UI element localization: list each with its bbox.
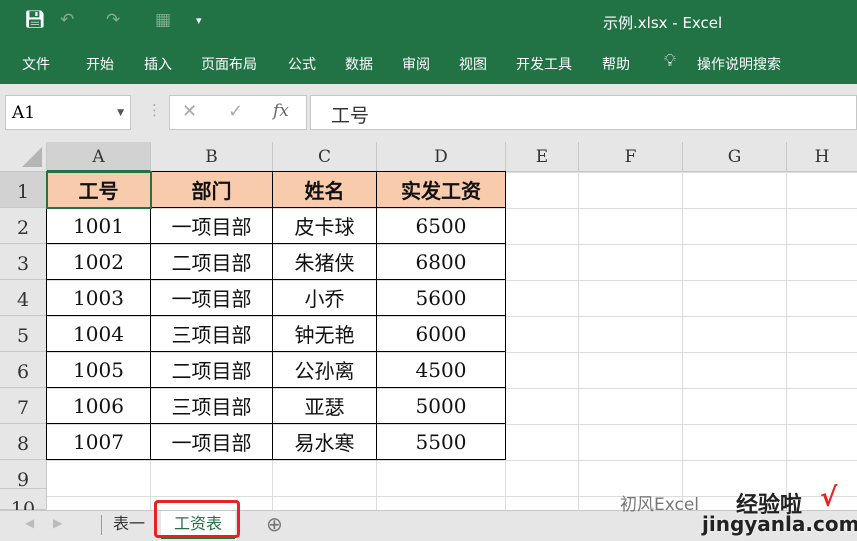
lightbulb-icon: 💡︎ — [664, 51, 676, 71]
name-box-value: A1 — [12, 103, 36, 123]
row-header-8[interactable]: 8 — [0, 424, 47, 460]
name-box[interactable]: A1 ▼ — [5, 95, 131, 130]
enter-icon[interactable]: ✓ — [228, 101, 243, 122]
table-cell[interactable]: 一项目部 — [151, 280, 273, 316]
scroll-right-icon[interactable]: ▶ — [53, 516, 62, 530]
table-cell[interactable]: 小乔 — [273, 280, 377, 316]
table-cell[interactable]: 二项目部 — [151, 352, 273, 388]
tab-formulas[interactable]: 公式 — [288, 54, 316, 74]
formula-input[interactable]: 工号 — [310, 95, 857, 130]
gridline — [578, 172, 579, 510]
tab-developer[interactable]: 开发工具 — [516, 54, 572, 74]
check-mark-icon: √ — [820, 483, 838, 513]
header-cell[interactable]: 姓名 — [273, 171, 377, 208]
table-cell[interactable]: 1002 — [46, 244, 151, 280]
redo-icon[interactable]: ↷ — [106, 10, 120, 30]
table-cell[interactable]: 1007 — [46, 424, 151, 460]
add-sheet-icon[interactable]: ⊕ — [266, 512, 283, 536]
tab-page-layout[interactable]: 页面布局 — [201, 54, 257, 74]
tab-view[interactable]: 视图 — [459, 54, 487, 74]
tab-file[interactable]: 文件 — [22, 54, 50, 74]
watermark-text: 初风Excel — [620, 495, 700, 515]
table-cell[interactable]: 三项目部 — [151, 316, 273, 352]
table-cell[interactable]: 1005 — [46, 352, 151, 388]
table-cell[interactable]: 二项目部 — [151, 244, 273, 280]
tell-me-search[interactable]: 操作说明搜索 — [697, 54, 781, 74]
sheet-tab-1[interactable]: 表一 — [104, 511, 154, 539]
ribbon-tabs: 文件 开始 插入 页面布局 公式 数据 审阅 视图 开发工具 帮助 💡︎ 操作说… — [0, 42, 857, 84]
window-title: 示例.xlsx - Excel — [603, 14, 723, 32]
table-cell[interactable]: 1003 — [46, 280, 151, 316]
tab-data[interactable]: 数据 — [345, 54, 373, 74]
table-cell[interactable]: 6800 — [377, 244, 506, 280]
table-cell[interactable]: 5000 — [377, 388, 506, 424]
gridline — [682, 172, 683, 510]
tab-review[interactable]: 审阅 — [402, 54, 430, 74]
row-header-4[interactable]: 4 — [0, 280, 47, 316]
cancel-icon[interactable]: ✕ — [182, 101, 197, 122]
customize-icon[interactable]: ▾ — [196, 14, 202, 27]
table-cell[interactable]: 1006 — [46, 388, 151, 424]
row-header-7[interactable]: 7 — [0, 388, 47, 424]
table-cell[interactable]: 4500 — [377, 352, 506, 388]
column-header-F[interactable]: F — [579, 142, 683, 172]
save-icon[interactable]: 💾︎ — [24, 10, 46, 30]
watermark-url: jingyanla.com — [702, 512, 857, 536]
table-cell[interactable]: 1004 — [46, 316, 151, 352]
row-header-1[interactable]: 1 — [0, 172, 47, 208]
formula-buttons: ✕ ✓ fx — [169, 95, 307, 130]
undo-icon[interactable]: ↶ — [60, 10, 74, 30]
table-cell[interactable]: 5500 — [377, 424, 506, 460]
table-cell[interactable]: 三项目部 — [151, 388, 273, 424]
drag-handle-icon[interactable]: ⋮ — [147, 101, 162, 119]
column-header-A[interactable]: A — [47, 142, 151, 172]
table-cell[interactable]: 6000 — [377, 316, 506, 352]
table-cell[interactable]: 1001 — [46, 208, 151, 244]
row-header-9[interactable]: 9 — [0, 460, 47, 491]
row-header-3[interactable]: 3 — [0, 244, 47, 280]
table-icon[interactable]: ▦ — [155, 10, 171, 30]
header-cell[interactable]: 部门 — [151, 171, 273, 208]
tab-insert[interactable]: 插入 — [144, 54, 172, 74]
table-cell[interactable]: 易水寒 — [273, 424, 377, 460]
column-header-G[interactable]: G — [683, 142, 787, 172]
column-header-D[interactable]: D — [377, 142, 506, 172]
scroll-left-icon[interactable]: ◀ — [25, 516, 34, 530]
row-header-10[interactable]: 10 — [0, 489, 47, 520]
table-cell[interactable]: 一项目部 — [151, 424, 273, 460]
row-header-5[interactable]: 5 — [0, 316, 47, 352]
table-cell[interactable]: 一项目部 — [151, 208, 273, 244]
column-header-B[interactable]: B — [151, 142, 273, 172]
tab-help[interactable]: 帮助 — [602, 54, 630, 74]
gridline — [786, 172, 787, 510]
header-cell[interactable]: 实发工资 — [377, 171, 506, 208]
table-cell[interactable]: 朱猪侠 — [273, 244, 377, 280]
tab-home[interactable]: 开始 — [86, 54, 114, 74]
title-bar: 💾︎ ↶ ↷ ▦ ▾ 示例.xlsx - Excel — [0, 0, 857, 42]
table-cell[interactable]: 亚瑟 — [273, 388, 377, 424]
column-header-H[interactable]: H — [787, 142, 857, 172]
chevron-down-icon[interactable]: ▼ — [117, 108, 124, 118]
select-all-button[interactable] — [0, 142, 47, 172]
divider — [101, 515, 102, 535]
column-header-C[interactable]: C — [273, 142, 377, 172]
header-cell[interactable]: 工号 — [46, 171, 151, 208]
table-cell[interactable]: 皮卡球 — [273, 208, 377, 244]
table-cell[interactable]: 公孙离 — [273, 352, 377, 388]
table-cell[interactable]: 6500 — [377, 208, 506, 244]
function-icon[interactable]: fx — [273, 101, 289, 121]
highlight-box — [154, 500, 240, 538]
column-header-E[interactable]: E — [506, 142, 579, 172]
row-header-6[interactable]: 6 — [0, 352, 47, 388]
row-header-2[interactable]: 2 — [0, 208, 47, 244]
table-cell[interactable]: 5600 — [377, 280, 506, 316]
table-cell[interactable]: 钟无艳 — [273, 316, 377, 352]
